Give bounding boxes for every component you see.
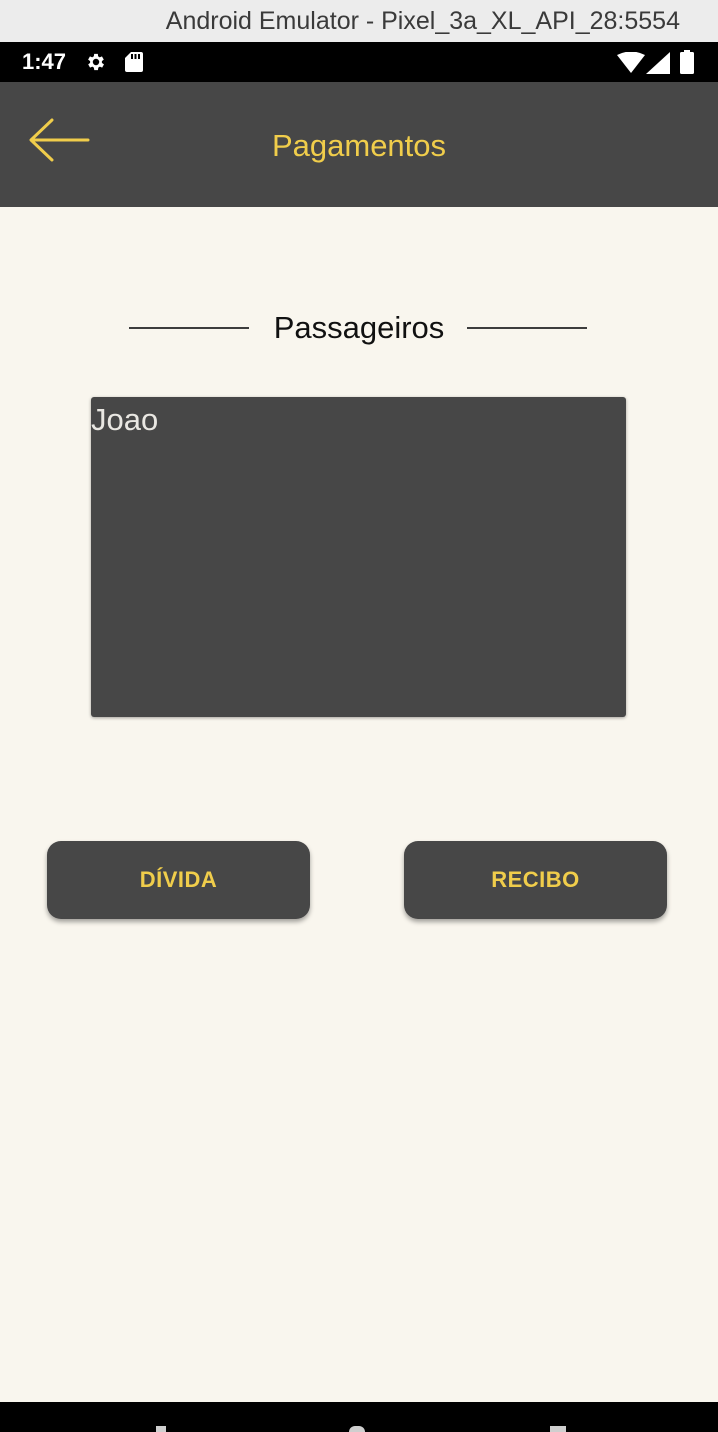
app-bar: Pagamentos bbox=[0, 82, 718, 207]
sd-card-icon bbox=[125, 52, 143, 72]
divida-button[interactable]: DÍVIDA bbox=[47, 841, 310, 919]
arrow-back-icon bbox=[29, 118, 90, 162]
emulator-frame: Android Emulator - Pixel_3a_XL_API_28:55… bbox=[0, 0, 718, 1432]
battery-icon bbox=[680, 50, 694, 74]
section-heading: Passageiros bbox=[0, 300, 718, 356]
nav-recent-icon[interactable] bbox=[550, 1426, 566, 1432]
page-title: Pagamentos bbox=[271, 128, 447, 163]
wifi-icon bbox=[617, 52, 645, 73]
status-time: 1:47 bbox=[22, 49, 67, 74]
recibo-button[interactable]: RECIBO bbox=[404, 841, 667, 919]
heading-divider-right bbox=[467, 327, 587, 329]
section-heading-text: Passageiros bbox=[273, 310, 445, 345]
list-item[interactable]: Joao bbox=[91, 397, 626, 443]
back-button[interactable] bbox=[18, 106, 98, 172]
status-bar: 1:47 bbox=[0, 42, 718, 82]
nav-back-icon[interactable] bbox=[156, 1426, 166, 1432]
nav-home-icon[interactable] bbox=[349, 1426, 365, 1432]
gear-icon bbox=[88, 53, 104, 71]
signal-icon bbox=[646, 52, 670, 74]
passenger-list[interactable]: Joao bbox=[91, 397, 626, 717]
navigation-bar bbox=[0, 1402, 718, 1432]
window-title: Android Emulator - Pixel_3a_XL_API_28:55… bbox=[0, 0, 718, 42]
